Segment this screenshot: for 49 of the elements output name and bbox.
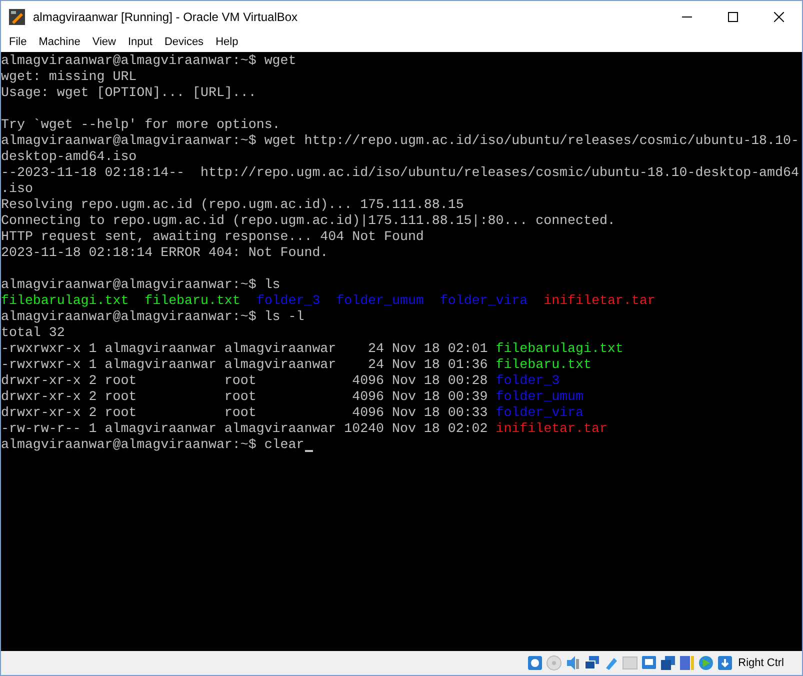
terminal-text: drwxr-xr-x 2 root root 4096 Nov 18 00:28 bbox=[1, 373, 488, 389]
terminal-text: almagviraanwar@almagviraanwar:~$ wget bbox=[1, 53, 296, 69]
terminal-text: Try `wget --help' for more options. bbox=[1, 117, 280, 133]
windows-icon[interactable] bbox=[660, 655, 676, 671]
menu-item[interactable]: Devices bbox=[158, 34, 210, 51]
terminal-text: filebarulagi.txt bbox=[1, 293, 129, 309]
terminal-text: -rwxrwxr-x 1 almagviraanwar almagviraanwar 24 Nov 18 01:36 bbox=[1, 357, 488, 373]
terminal-text: total 32 bbox=[1, 325, 65, 341]
terminal-text: folder_umum bbox=[336, 293, 424, 309]
menu-item[interactable]: File bbox=[3, 34, 33, 51]
terminal-text: drwxr-xr-x 2 root root 4096 Nov 18 00:33 bbox=[1, 405, 488, 421]
terminal-text: almagviraanwar@almagviraanwar:~$ clear bbox=[1, 437, 304, 453]
window-title: almagviraanwar [Running] - Oracle VM VirtualBox bbox=[33, 9, 298, 26]
terminal-text: inifiletar.tar bbox=[544, 293, 656, 309]
terminal-text: filebaru.txt bbox=[496, 357, 592, 373]
terminal-text: inifiletar.tar bbox=[496, 421, 608, 437]
terminal-text: filebarulagi.txt bbox=[496, 341, 624, 357]
menu-item[interactable]: Input bbox=[122, 34, 158, 51]
menu-item[interactable]: View bbox=[86, 34, 122, 51]
terminal-text: folder_3 bbox=[496, 373, 560, 389]
terminal-text: folder_3 bbox=[256, 293, 320, 309]
menu-item[interactable]: Machine bbox=[32, 34, 86, 51]
terminal-text: 2023-11-18 02:18:14 ERROR 404: Not Found. bbox=[1, 245, 328, 261]
menu-item[interactable]: Help bbox=[210, 34, 244, 51]
terminal-text: folder_vira bbox=[496, 405, 584, 421]
host-key-label: Right Ctrl bbox=[738, 656, 784, 671]
terminal-text: filebaru.txt bbox=[144, 293, 240, 309]
terminal-text: Resolving repo.ugm.ac.id (repo.ugm.ac.id)... 175.111.88.15 bbox=[1, 197, 464, 213]
terminal-text: drwxr-xr-x 2 root root 4096 Nov 18 00:39 bbox=[1, 389, 488, 405]
terminal-text: folder_vira bbox=[440, 293, 528, 309]
app-icon bbox=[9, 9, 25, 25]
monitor-icon[interactable] bbox=[641, 655, 658, 671]
terminal-text: folder_umum bbox=[496, 389, 584, 405]
terminal-text: HTTP request sent, awaiting response... 404 Not Found bbox=[1, 229, 424, 245]
terminal-text: almagviraanwar@almagviraanwar:~$ ls bbox=[1, 277, 280, 293]
terminal-text: -rw-rw-r-- 1 almagviraanwar almagviraanwar 10240 Nov 18 02:02 bbox=[1, 421, 488, 437]
terminal-text: almagviraanwar@almagviraanwar:~$ ls -l bbox=[1, 309, 304, 325]
maximize-icon bbox=[728, 12, 738, 22]
terminal-text: .iso bbox=[1, 181, 33, 197]
download-icon[interactable] bbox=[717, 655, 734, 671]
terminal-text: Connecting to repo.ugm.ac.id (repo.ugm.ac.id)|175.111.88.15|:80... connected. bbox=[1, 213, 616, 229]
terminal-text: -rwxrwxr-x 1 almagviraanwar almagviraanwar 24 Nov 18 02:01 bbox=[1, 341, 488, 357]
network-icon[interactable] bbox=[584, 655, 600, 671]
terminal-text: almagviraanwar@almagviraanwar:~$ wget http://repo.ugm.ac.id/iso/ubuntu/releases/cosmic/ubuntu-18.10- bbox=[1, 133, 799, 149]
terminal-text: Usage: wget [OPTION]... [URL]... bbox=[1, 85, 256, 101]
terminal-text: wget: missing URL bbox=[1, 69, 137, 85]
close-icon bbox=[774, 12, 784, 22]
terminal-text: --2023-11-18 02:18:14-- http://repo.ugm.ac.id/iso/ubuntu/releases/cosmic/ubuntu-18.10-desktop-amd64 bbox=[1, 165, 799, 181]
terminal-text: desktop-amd64.iso bbox=[1, 149, 137, 165]
